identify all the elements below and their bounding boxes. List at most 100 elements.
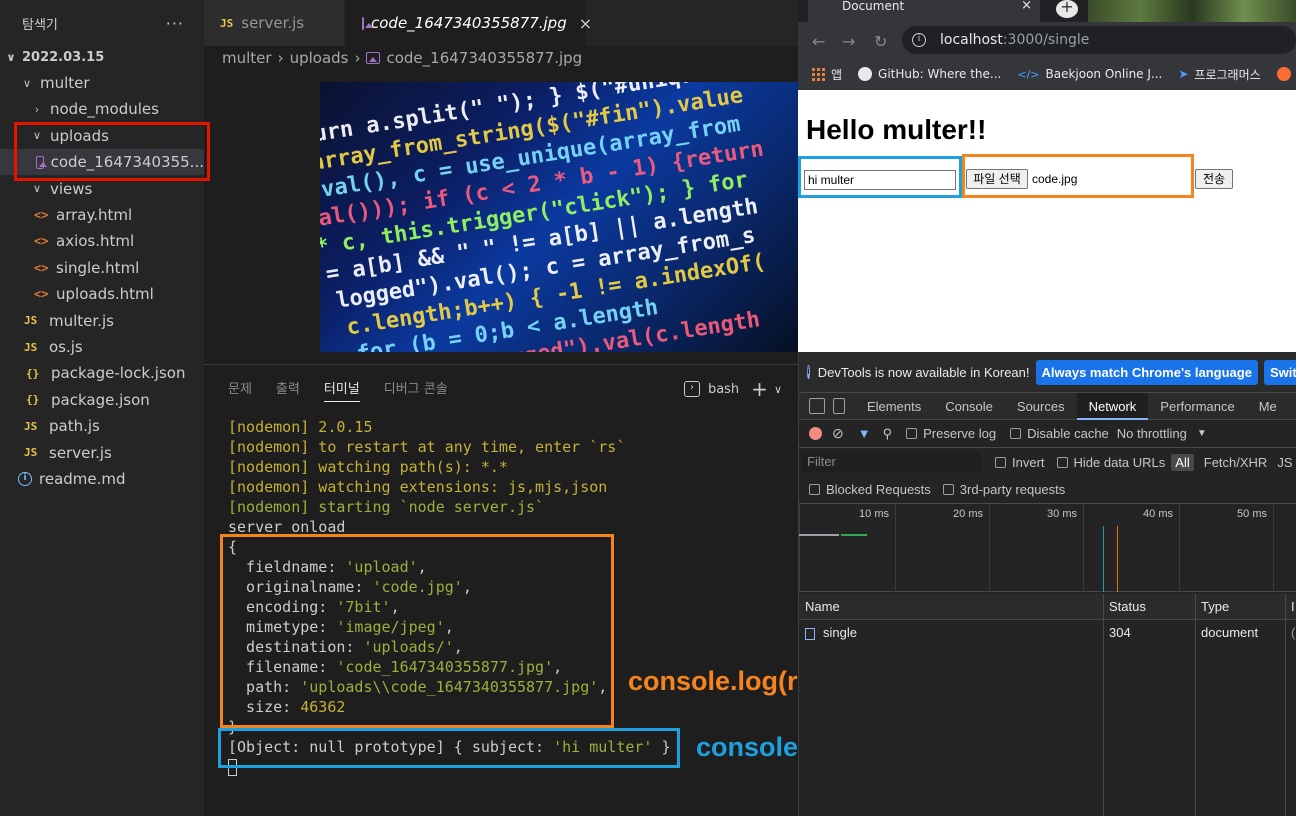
invert-checkbox[interactable] bbox=[995, 456, 1006, 468]
chevron-down-icon: ∨ bbox=[22, 76, 32, 90]
tree-item[interactable]: {} package-lock.json bbox=[0, 360, 204, 386]
column-name[interactable]: Name bbox=[799, 594, 1103, 620]
tab-console[interactable]: Console bbox=[933, 393, 1005, 420]
back-arrow-icon[interactable]: ← bbox=[812, 32, 825, 51]
table-row[interactable]: single 304 document ( bbox=[799, 620, 1296, 646]
language-banner: i DevTools is now available in Korean! A… bbox=[799, 352, 1296, 392]
bookmark-label: 앱 bbox=[831, 67, 843, 82]
tree-item[interactable]: ∨ multer bbox=[0, 70, 204, 96]
blocked-requests-checkbox[interactable] bbox=[809, 484, 820, 495]
more-actions-button[interactable]: ··· bbox=[166, 14, 184, 33]
tab-problems[interactable]: 문제 bbox=[228, 378, 252, 397]
preserve-log-label: Preserve log bbox=[923, 426, 997, 441]
bookmark-orange-icon[interactable] bbox=[1276, 67, 1291, 81]
chevron-down-icon: ∨ bbox=[32, 182, 42, 196]
tree-item[interactable]: › node_modules bbox=[0, 96, 204, 122]
tree-item[interactable]: JS path.js bbox=[0, 413, 204, 439]
tree-item-label: single.html bbox=[56, 258, 140, 277]
page-heading: Hello multer!! bbox=[806, 114, 987, 145]
new-tab-button[interactable]: + bbox=[1056, 0, 1078, 18]
tree-item-label: multer bbox=[40, 74, 90, 92]
tree-item[interactable]: <> single.html bbox=[0, 255, 204, 281]
tree-item[interactable]: JS multer.js bbox=[0, 308, 204, 334]
tab-memory[interactable]: Me bbox=[1247, 393, 1289, 420]
blocked-requests-row: Blocked Requests 3rd-party requests bbox=[799, 476, 1296, 504]
load-event-line bbox=[1117, 526, 1118, 592]
url-field[interactable]: i localhost:3000/single bbox=[902, 26, 1296, 54]
breadcrumb-item[interactable]: uploads bbox=[290, 49, 349, 67]
tab-performance[interactable]: Performance bbox=[1148, 393, 1246, 420]
tree-item[interactable]: i readme.md bbox=[0, 466, 204, 492]
html-file-icon: <> bbox=[34, 234, 49, 249]
forward-arrow-icon[interactable]: → bbox=[842, 32, 855, 51]
bookmark-github[interactable]: GitHub: Where the... bbox=[858, 67, 1001, 81]
switch-language-button[interactable]: Switch bbox=[1263, 359, 1296, 385]
hide-data-urls-checkbox[interactable] bbox=[1056, 456, 1068, 468]
requests-table-header: Name Status Type I bbox=[799, 594, 1296, 620]
site-info-icon[interactable]: i bbox=[912, 33, 926, 47]
tab-sources[interactable]: Sources bbox=[1005, 393, 1077, 420]
filter-input[interactable]: Filter bbox=[801, 452, 981, 472]
reload-icon[interactable]: ↻ bbox=[874, 32, 887, 51]
workspace-root-folder[interactable]: ∨ 2022.03.15 bbox=[0, 46, 204, 68]
image-file-icon bbox=[366, 52, 381, 64]
tab-debug-console[interactable]: 디버그 콘솔 bbox=[384, 378, 448, 397]
preserve-log-checkbox[interactable] bbox=[906, 428, 918, 439]
tree-item-label: node_modules bbox=[50, 100, 159, 119]
filter-icon[interactable]: ▼ bbox=[858, 426, 871, 441]
chevron-down-icon[interactable]: ▼ bbox=[1197, 428, 1207, 439]
search-icon[interactable]: ⚲ bbox=[883, 426, 893, 442]
filter-fetch-xhr-button[interactable]: Fetch/XHR bbox=[1204, 455, 1268, 470]
tree-item[interactable]: <> uploads.html bbox=[0, 281, 204, 307]
tab-server-js[interactable]: JS server.js bbox=[204, 0, 344, 46]
disable-cache-checkbox[interactable] bbox=[1010, 428, 1022, 439]
html-file-icon: <> bbox=[34, 208, 49, 222]
device-toolbar-icon[interactable] bbox=[833, 398, 845, 414]
timeline-bar-gray bbox=[799, 534, 839, 536]
column-initiator[interactable]: I bbox=[1285, 594, 1296, 620]
network-toolbar: ⊘ ▼ ⚲ Preserve log Disable cache No thro… bbox=[799, 420, 1296, 448]
close-tab-icon[interactable]: × bbox=[579, 14, 592, 33]
tree-item[interactable]: JS server.js bbox=[0, 440, 204, 466]
tab-code-image[interactable]: code_1647340355877.jpg × bbox=[346, 0, 592, 46]
timeline-tick: 10 ms bbox=[799, 504, 895, 592]
breadcrumb-item[interactable]: code_1647340355877.jpg bbox=[386, 49, 582, 67]
terminal-line: [nodemon] watching path(s): *.* bbox=[228, 458, 508, 476]
tab-terminal[interactable]: 터미널 bbox=[323, 378, 360, 402]
third-party-checkbox[interactable] bbox=[942, 484, 954, 495]
filter-js-button[interactable]: JS bbox=[1277, 455, 1292, 470]
tree-item-label: package-lock.json bbox=[51, 364, 186, 383]
tree-item[interactable]: JS os.js bbox=[0, 334, 204, 360]
filter-all-button[interactable]: All bbox=[1171, 453, 1194, 471]
tree-item-label: views bbox=[50, 179, 93, 198]
always-match-language-button[interactable]: Always match Chrome's language bbox=[1035, 359, 1258, 385]
column-type[interactable]: Type bbox=[1195, 594, 1285, 620]
tab-elements[interactable]: Elements bbox=[855, 393, 933, 420]
clear-icon[interactable]: ⊘ bbox=[832, 425, 844, 442]
tab-output[interactable]: 출력 bbox=[276, 378, 300, 397]
html-file-icon: <> bbox=[34, 287, 49, 302]
tree-item[interactable]: {} package.json bbox=[0, 387, 204, 413]
inspect-element-icon[interactable] bbox=[809, 398, 825, 414]
submit-button[interactable]: 전송 bbox=[1195, 169, 1233, 189]
add-terminal-button[interactable]: + bbox=[751, 377, 768, 401]
js-file-icon: JS bbox=[24, 340, 38, 354]
browser-tab[interactable]: Document × bbox=[808, 0, 1040, 22]
tree-item[interactable]: <> array.html bbox=[0, 202, 204, 228]
terminal-line: [nodemon] to restart at any time, enter … bbox=[228, 438, 626, 456]
tree-item[interactable]: <> axios.html bbox=[0, 228, 204, 254]
record-icon[interactable] bbox=[809, 427, 822, 440]
chevron-down-icon[interactable]: ∨ bbox=[774, 383, 782, 396]
throttling-select[interactable]: No throttling bbox=[1117, 426, 1187, 441]
close-tab-icon[interactable]: × bbox=[1021, 0, 1032, 12]
shell-name[interactable]: bash bbox=[708, 382, 739, 397]
column-status[interactable]: Status bbox=[1103, 594, 1195, 620]
bookmark-baekjoon[interactable]: </> Baekjoon Online J... bbox=[1017, 67, 1162, 81]
tab-network[interactable]: Network bbox=[1076, 392, 1149, 420]
breadcrumb-item[interactable]: multer bbox=[222, 49, 272, 67]
bookmark-apps[interactable]: 앱 bbox=[812, 66, 842, 83]
breadcrumb: multer › uploads › code_1647340355877.jp… bbox=[204, 46, 798, 70]
bookmark-programmers[interactable]: ➤ 프로그래머스 bbox=[1178, 66, 1260, 83]
tree-item-label: path.js bbox=[49, 417, 100, 436]
network-timeline[interactable]: 10 ms 20 ms 30 ms 40 ms 50 ms bbox=[799, 504, 1296, 592]
